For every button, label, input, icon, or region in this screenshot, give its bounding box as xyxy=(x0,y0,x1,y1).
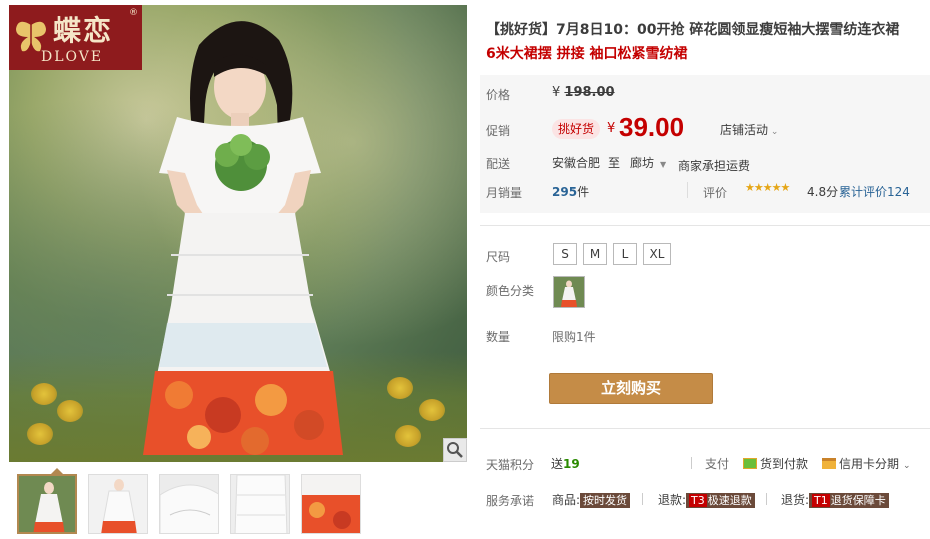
monthly-sales-label: 月销量 xyxy=(486,186,523,200)
promo-label: 促销 xyxy=(486,124,511,138)
original-price-value: 198.00 xyxy=(564,85,615,100)
service-badge-text: 按时发货 xyxy=(583,494,628,507)
monthly-sales: 295件 xyxy=(552,183,589,200)
service-on-time-shipping[interactable]: 商品: 按时发货 xyxy=(552,491,631,508)
size-label: 尺码 xyxy=(486,250,511,264)
product-title: 【挑好货】7月8日10：00开抢 碎花圆领显瘦短袖大摆雪纺连衣裙 6米大裙摆 拼… xyxy=(486,18,926,66)
thumbnail-1[interactable] xyxy=(17,474,77,534)
delivery-label: 配送 xyxy=(486,157,511,171)
service-badge-tag: T1 xyxy=(812,494,830,507)
thumbnail-image xyxy=(231,475,289,533)
sales-unit: 件 xyxy=(577,185,590,199)
model-figure xyxy=(143,21,343,455)
brand-name-en: DLOVE xyxy=(41,49,104,65)
title-subtitle: 6米大裙摆 拼接 袖口松紧雪纺裙 xyxy=(486,46,688,62)
size-option-l[interactable]: L xyxy=(613,243,637,265)
color-option-swatch[interactable] xyxy=(553,276,585,308)
quantity-label: 数量 xyxy=(486,330,511,344)
price-label: 价格 xyxy=(486,88,511,102)
divider xyxy=(691,457,692,469)
magnifier-icon xyxy=(447,442,463,458)
size-option-xl[interactable]: XL xyxy=(643,243,671,265)
service-badge: 按时发货 xyxy=(580,493,631,508)
sales-count: 295 xyxy=(552,185,578,199)
chevron-down-icon: ⌄ xyxy=(768,127,779,137)
divider xyxy=(642,493,643,505)
service-badge-text: 退货保障卡 xyxy=(830,494,886,507)
store-activity-label: 店铺活动 xyxy=(720,123,769,137)
original-price: ¥ 198.00 xyxy=(552,85,615,100)
thumbnail-5[interactable] xyxy=(301,474,361,534)
color-label: 颜色分类 xyxy=(486,284,535,298)
payment-cod[interactable]: 货到付款 xyxy=(743,455,808,472)
store-activity-dropdown[interactable]: 店铺活动 ⌄ xyxy=(720,121,778,138)
brand-logo: 蝶恋 ® DLOVE xyxy=(9,5,142,70)
service-label-return: 退货: xyxy=(781,493,810,507)
promo-price: 39.00 xyxy=(619,112,685,142)
service-badge: T1 退货保障卡 xyxy=(809,493,889,508)
original-currency: ¥ xyxy=(552,85,561,100)
delivery-destination-dropdown[interactable]: 廊坊 ▼ xyxy=(630,154,666,171)
thumbnail-image xyxy=(302,475,360,533)
price-currency: ¥ xyxy=(607,121,616,136)
brand-name-cn: 蝶恋 xyxy=(53,14,114,47)
divider xyxy=(480,428,930,429)
promo-tag: 挑好货 xyxy=(552,119,601,139)
payment-credit-label: 信用卡分期 xyxy=(839,457,900,471)
thumbnail-2[interactable] xyxy=(88,474,148,534)
review-label: 评价 xyxy=(703,186,728,200)
points-amount: 19 xyxy=(563,457,580,471)
main-product-image[interactable]: 蝶恋 ® DLOVE xyxy=(9,5,467,462)
service-badge-text: 极速退款 xyxy=(707,494,752,507)
size-option-m[interactable]: M xyxy=(583,243,607,265)
thumbnail-image xyxy=(160,475,218,533)
payment-label: 支付 xyxy=(705,457,730,471)
service-label: 服务承诺 xyxy=(486,494,535,508)
points-value: 送19 xyxy=(551,455,580,472)
payment-cod-label: 货到付款 xyxy=(760,457,809,471)
credit-card-icon xyxy=(822,458,836,469)
chevron-down-icon: ⌄ xyxy=(903,461,911,471)
thumbnail-3[interactable] xyxy=(159,474,219,534)
total-reviews-link[interactable]: 累计评价124 xyxy=(839,183,910,200)
registered-mark: ® xyxy=(129,8,138,18)
divider xyxy=(766,493,767,505)
rating-score: 4.8分 xyxy=(807,185,839,199)
title-prefix: 【挑好货】 xyxy=(486,22,556,38)
service-badge-tag: T3 xyxy=(689,494,707,507)
payment-credit-installment[interactable]: 信用卡分期 ⌄ xyxy=(822,455,911,472)
caret-down-icon: ▼ xyxy=(660,160,667,169)
purchase-limit: 限购1件 xyxy=(552,330,596,344)
service-return-guarantee[interactable]: 退货: T1 退货保障卡 xyxy=(781,491,889,508)
cash-icon xyxy=(743,458,757,469)
delivery-destination: 廊坊 xyxy=(630,156,655,170)
zoom-button[interactable] xyxy=(443,438,467,462)
service-badge: T3 极速退款 xyxy=(686,493,755,508)
rating-stars: ★★★★★ xyxy=(745,181,790,194)
divider xyxy=(687,182,688,198)
color-swatch-image xyxy=(554,277,584,307)
thumbnail-strip xyxy=(9,468,467,539)
points-prefix: 送 xyxy=(551,457,564,471)
shipping-fee-note: 商家承担运费 xyxy=(678,159,751,173)
thumbnail-image xyxy=(89,475,147,533)
divider xyxy=(480,225,930,226)
service-label-refund: 退款: xyxy=(658,493,687,507)
service-label-goods: 商品: xyxy=(552,493,581,507)
delivery-from: 安徽合肥 xyxy=(552,156,601,170)
service-fast-refund[interactable]: 退款: T3 极速退款 xyxy=(658,491,755,508)
buy-now-button[interactable]: 立刻购买 xyxy=(549,373,713,404)
thumbnail-image xyxy=(19,476,75,532)
delivery-to-word: 至 xyxy=(608,156,621,170)
size-option-s[interactable]: S xyxy=(553,243,577,265)
points-label: 天猫积分 xyxy=(486,458,535,472)
title-main: 7月8日10：00开抢 碎花圆领显瘦短袖大摆雪纺连衣裙 xyxy=(556,22,900,38)
thumbnail-4[interactable] xyxy=(230,474,290,534)
